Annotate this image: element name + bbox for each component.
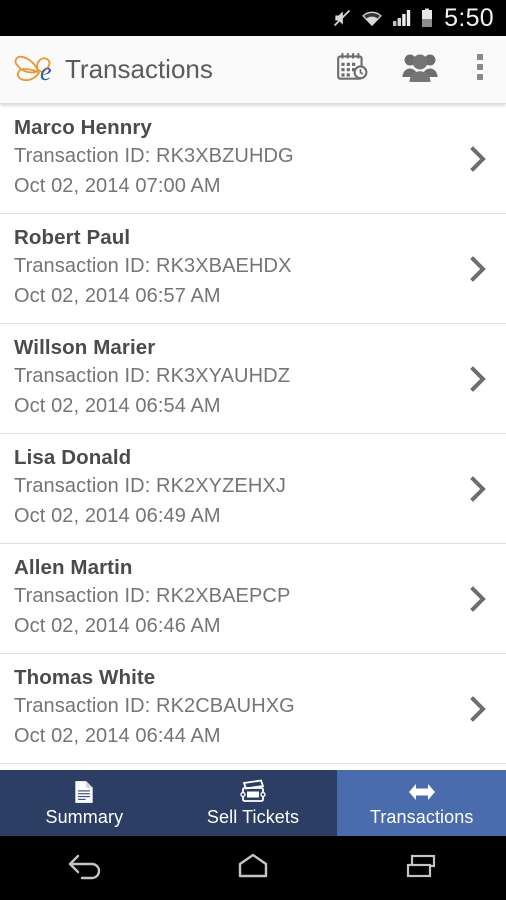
chevron-right-icon — [468, 144, 490, 174]
tab-label: Summary — [45, 806, 124, 827]
tab-summary[interactable]: Summary — [0, 770, 169, 836]
chevron-right-icon — [468, 474, 490, 504]
people-button[interactable] — [386, 36, 454, 104]
transaction-id: Transaction ID: RK2CBAUHXG — [14, 695, 295, 718]
transaction-datetime: Oct 02, 2014 06:46 AM — [14, 615, 221, 638]
mute-icon — [332, 8, 352, 28]
transaction-datetime: Oct 02, 2014 06:44 AM — [14, 725, 221, 748]
chevron-right-icon — [468, 584, 490, 614]
transaction-customer-name: Robert Paul — [14, 226, 131, 250]
transaction-datetime: Oct 02, 2014 07:00 AM — [14, 175, 221, 198]
transaction-id: Transaction ID: RK2XBAEPCP — [14, 585, 291, 608]
transaction-customer-name: Allen Martin — [14, 556, 133, 580]
transaction-datetime: Oct 02, 2014 06:54 AM — [14, 395, 221, 418]
chevron-right-icon — [468, 694, 490, 724]
tab-label: Sell Tickets — [206, 806, 300, 827]
table-row[interactable]: Lisa Donald Transaction ID: RK2XYZEHXJ O… — [0, 434, 506, 545]
signal-icon — [392, 9, 412, 27]
transaction-id: Transaction ID: RK3XYAUHDZ — [14, 365, 291, 388]
page-title: Transactions — [65, 54, 213, 84]
android-nav-bar — [0, 836, 506, 900]
table-row[interactable]: Marco Hennry Transaction ID: RK3XBZUHDG … — [0, 104, 506, 215]
table-row[interactable]: Thomas White Transaction ID: RK2CBAUHXG … — [0, 654, 506, 765]
recents-button[interactable] — [337, 850, 506, 887]
calendar-button[interactable] — [318, 36, 386, 104]
people-group-icon — [401, 50, 439, 89]
transaction-list[interactable]: Marco Hennry Transaction ID: RK3XBZUHDG … — [0, 104, 506, 770]
table-row[interactable]: Robert Paul Transaction ID: RK3XBAEHDX O… — [0, 214, 506, 325]
home-button[interactable] — [169, 850, 338, 887]
transaction-customer-name: Marco Hennry — [14, 116, 152, 139]
transaction-customer-name: Thomas White — [14, 666, 156, 690]
transaction-id: Transaction ID: RK2XYZEHXJ — [14, 475, 286, 498]
tab-sell-tickets[interactable]: Sell Tickets — [169, 770, 338, 836]
svg-text:e: e — [40, 57, 52, 86]
overflow-menu-button[interactable] — [454, 36, 506, 104]
tab-transactions[interactable]: Transactions — [337, 770, 506, 836]
tab-label: Transactions — [369, 806, 474, 827]
app-header-bar: e Transactions — [0, 36, 506, 104]
recents-icon — [398, 850, 446, 887]
transaction-id: Transaction ID: RK3XBAEHDX — [14, 255, 292, 278]
battery-icon — [421, 8, 433, 28]
phone-screen: 5:50 e Transactions Marco Hennry Transac… — [0, 0, 506, 900]
home-icon — [228, 850, 278, 887]
transaction-id: Transaction ID: RK3XBZUHDG — [14, 145, 294, 168]
transaction-datetime: Oct 02, 2014 06:57 AM — [14, 285, 221, 308]
table-row[interactable]: Allen Martin Transaction ID: RK2XBAEPCP … — [0, 544, 506, 655]
chevron-right-icon — [468, 254, 490, 284]
calendar-clock-icon — [335, 50, 369, 89]
bottom-tab-bar: Summary Sell Tickets Transactions — [0, 770, 506, 836]
wifi-icon — [361, 9, 383, 27]
status-bar-clock: 5:50 — [444, 3, 494, 32]
app-bar-actions — [318, 36, 506, 104]
back-button[interactable] — [0, 850, 169, 887]
document-icon — [71, 779, 97, 805]
ticket-icon — [239, 779, 267, 805]
transaction-customer-name: Willson Marier — [14, 336, 156, 360]
double-arrow-icon — [407, 779, 437, 805]
back-arrow-icon — [60, 850, 108, 887]
chevron-right-icon — [468, 364, 490, 394]
android-status-bar: 5:50 — [0, 0, 506, 36]
table-row[interactable]: Willson Marier Transaction ID: RK3XYAUHD… — [0, 324, 506, 435]
butterfly-e-logo-icon: e — [10, 48, 62, 92]
transaction-datetime: Oct 02, 2014 06:49 AM — [14, 505, 221, 528]
transaction-customer-name: Lisa Donald — [14, 446, 132, 470]
overflow-menu-icon — [476, 52, 484, 87]
